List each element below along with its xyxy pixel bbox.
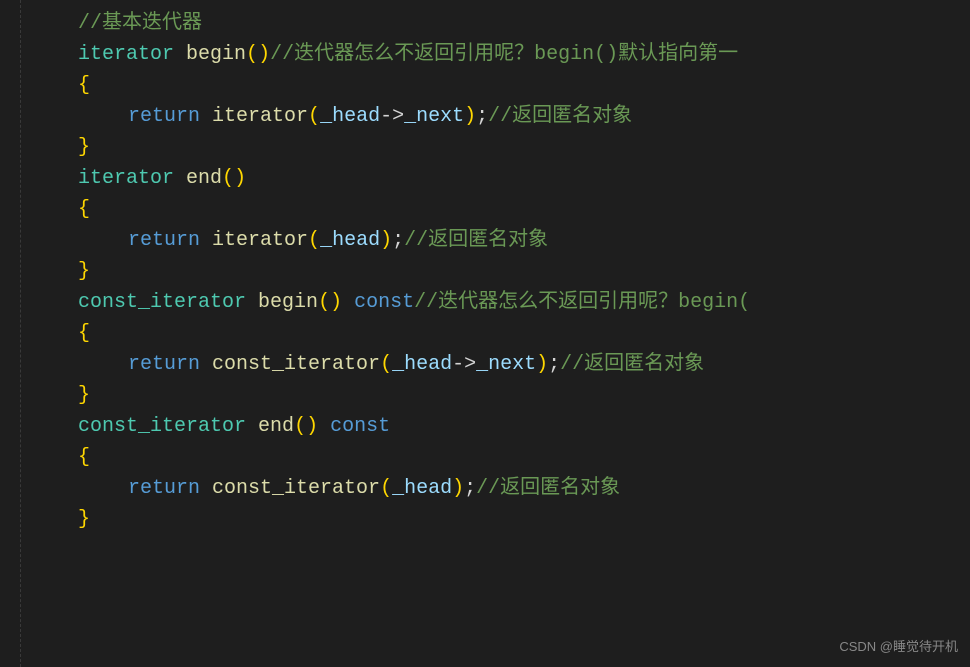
- arrow-op: ->: [452, 353, 476, 376]
- paren-close: ): [380, 229, 392, 252]
- identifier: _next: [476, 353, 536, 376]
- brace-close: }: [78, 508, 90, 531]
- brace-open: {: [78, 198, 90, 221]
- brace-open: {: [78, 322, 90, 345]
- paren-open: (: [222, 167, 234, 190]
- brace-close: }: [78, 136, 90, 159]
- code-line: }: [28, 132, 970, 163]
- paren-open: (: [318, 291, 330, 314]
- keyword-return: return: [128, 105, 200, 128]
- paren-close: ): [536, 353, 548, 376]
- constructor-call: iterator: [212, 229, 308, 252]
- paren-open: (: [380, 353, 392, 376]
- code-line: return iterator(_head->_next);//返回匿名对象: [28, 101, 970, 132]
- keyword-return: return: [128, 353, 200, 376]
- keyword-const: const: [330, 415, 390, 438]
- arrow-op: ->: [380, 105, 404, 128]
- semicolon: ;: [392, 229, 404, 252]
- paren-close: ): [234, 167, 246, 190]
- brace-close: }: [78, 260, 90, 283]
- paren-close: ): [452, 477, 464, 500]
- constructor-call: const_iterator: [212, 477, 380, 500]
- code-line: {: [28, 70, 970, 101]
- indent-guide-main: [20, 0, 21, 667]
- semicolon: ;: [464, 477, 476, 500]
- constructor-call: iterator: [212, 105, 308, 128]
- brace-open: {: [78, 446, 90, 469]
- watermark-text: CSDN @睡觉待开机: [839, 637, 958, 657]
- paren-open: (: [308, 229, 320, 252]
- type-name: const_iterator: [78, 291, 246, 314]
- function-name: end: [186, 167, 222, 190]
- identifier: _head: [392, 477, 452, 500]
- constructor-call: const_iterator: [212, 353, 380, 376]
- code-line: const_iterator end() const: [28, 411, 970, 442]
- code-line: //基本迭代器: [28, 8, 970, 39]
- comment-text: //返回匿名对象: [404, 229, 548, 252]
- paren-open: (: [294, 415, 306, 438]
- paren-close: ): [330, 291, 342, 314]
- code-line: }: [28, 256, 970, 287]
- code-editor[interactable]: //基本迭代器 iterator begin()//迭代器怎么不返回引用呢？be…: [0, 0, 970, 535]
- keyword-return: return: [128, 477, 200, 500]
- code-line: }: [28, 380, 970, 411]
- keyword-return: return: [128, 229, 200, 252]
- identifier: _next: [404, 105, 464, 128]
- comment-text: //返回匿名对象: [476, 477, 620, 500]
- semicolon: ;: [476, 105, 488, 128]
- code-line: {: [28, 194, 970, 225]
- identifier: _head: [320, 105, 380, 128]
- type-name: const_iterator: [78, 415, 246, 438]
- semicolon: ;: [548, 353, 560, 376]
- code-line: iterator end(): [28, 163, 970, 194]
- code-line: return const_iterator(_head);//返回匿名对象: [28, 473, 970, 504]
- code-line: }: [28, 504, 970, 535]
- identifier: _head: [320, 229, 380, 252]
- paren-close: ): [258, 43, 270, 66]
- code-line: return const_iterator(_head->_next);//返回…: [28, 349, 970, 380]
- paren-open: (: [246, 43, 258, 66]
- comment-text: //返回匿名对象: [488, 105, 632, 128]
- code-line: return iterator(_head);//返回匿名对象: [28, 225, 970, 256]
- paren-open: (: [308, 105, 320, 128]
- code-line: {: [28, 318, 970, 349]
- function-name: begin: [186, 43, 246, 66]
- gutter: [0, 0, 28, 667]
- paren-open: (: [380, 477, 392, 500]
- code-line: {: [28, 442, 970, 473]
- code-line: const_iterator begin() const//迭代器怎么不返回引用…: [28, 287, 970, 318]
- comment-text: //迭代器怎么不返回引用呢？begin(: [414, 291, 750, 314]
- type-name: iterator: [78, 167, 174, 190]
- comment-text: //基本迭代器: [78, 12, 202, 35]
- comment-text: //返回匿名对象: [560, 353, 704, 376]
- function-name: end: [258, 415, 294, 438]
- paren-close: ): [464, 105, 476, 128]
- identifier: _head: [392, 353, 452, 376]
- brace-close: }: [78, 384, 90, 407]
- type-name: iterator: [78, 43, 174, 66]
- keyword-const: const: [354, 291, 414, 314]
- paren-close: ): [306, 415, 318, 438]
- comment-text: //迭代器怎么不返回引用呢？begin()默认指向第一: [270, 43, 738, 66]
- code-line: iterator begin()//迭代器怎么不返回引用呢？begin()默认指…: [28, 39, 970, 70]
- function-name: begin: [258, 291, 318, 314]
- brace-open: {: [78, 74, 90, 97]
